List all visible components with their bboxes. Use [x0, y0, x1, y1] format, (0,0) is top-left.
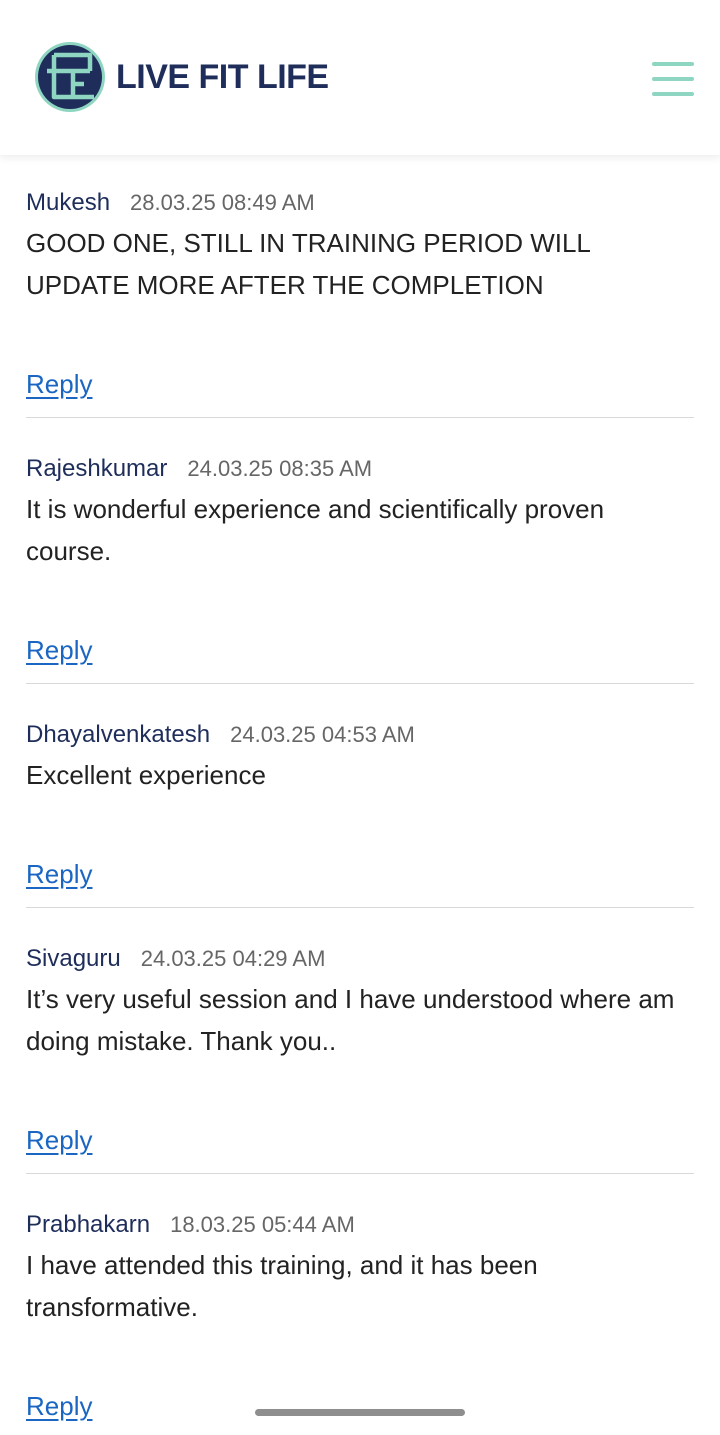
home-indicator[interactable]: [255, 1409, 465, 1416]
comment-text: It’s very useful session and I have unde…: [26, 984, 675, 1056]
comment-author: Rajeshkumar: [26, 455, 168, 482]
comment-divider: [26, 683, 694, 684]
comment-author: Sivaguru: [26, 945, 121, 972]
hamburger-menu-icon[interactable]: [652, 62, 694, 98]
reply-link[interactable]: Reply: [26, 1123, 92, 1157]
site-header: LIVE FIT LIFE: [0, 0, 720, 155]
comment-text: GOOD ONE, STILL IN TRAINING PERIOD WILL …: [26, 228, 590, 300]
comment-author: Dhayalvenkatesh: [26, 721, 211, 748]
reply-link[interactable]: Reply: [26, 857, 92, 891]
comment-meta: Sivaguru 24.03.25 04:29 AM: [26, 942, 325, 976]
comment-text: It is wonderful experience and scientifi…: [26, 494, 605, 566]
comment-author: Prabhakarn: [26, 1211, 151, 1238]
comment-date: 18.03.25 05:44 AM: [170, 1212, 355, 1237]
comment-text: Excellent experience: [26, 760, 266, 790]
comment-author: Mukesh: [26, 189, 111, 216]
comment-date: 24.03.25 08:35 AM: [187, 456, 373, 481]
reply-link[interactable]: Reply: [26, 1389, 92, 1423]
reply-link[interactable]: Reply: [26, 367, 92, 401]
comment-date: 24.03.25 04:29 AM: [140, 946, 326, 971]
comment-meta: Rajeshkumar 24.03.25 08:35 AM: [26, 452, 372, 486]
comment-date: 28.03.25 08:49 AM: [130, 190, 315, 215]
comment-divider: [26, 907, 694, 908]
comment-text: I have attended this training, and it ha…: [26, 1250, 538, 1322]
lfl-logo-icon[interactable]: [34, 41, 106, 113]
comment-divider: [26, 1173, 694, 1174]
comment-divider: [26, 417, 694, 418]
comment-meta: Mukesh 28.03.25 08:49 AM: [26, 186, 315, 220]
comment-meta: Prabhakarn 18.03.25 05:44 AM: [26, 1208, 355, 1242]
reply-link[interactable]: Reply: [26, 633, 92, 667]
brand-name[interactable]: LIVE FIT LIFE: [116, 56, 329, 98]
comment-date: 24.03.25 04:53 AM: [230, 722, 415, 747]
comment-meta: Dhayalvenkatesh 24.03.25 04:53 AM: [26, 718, 415, 752]
